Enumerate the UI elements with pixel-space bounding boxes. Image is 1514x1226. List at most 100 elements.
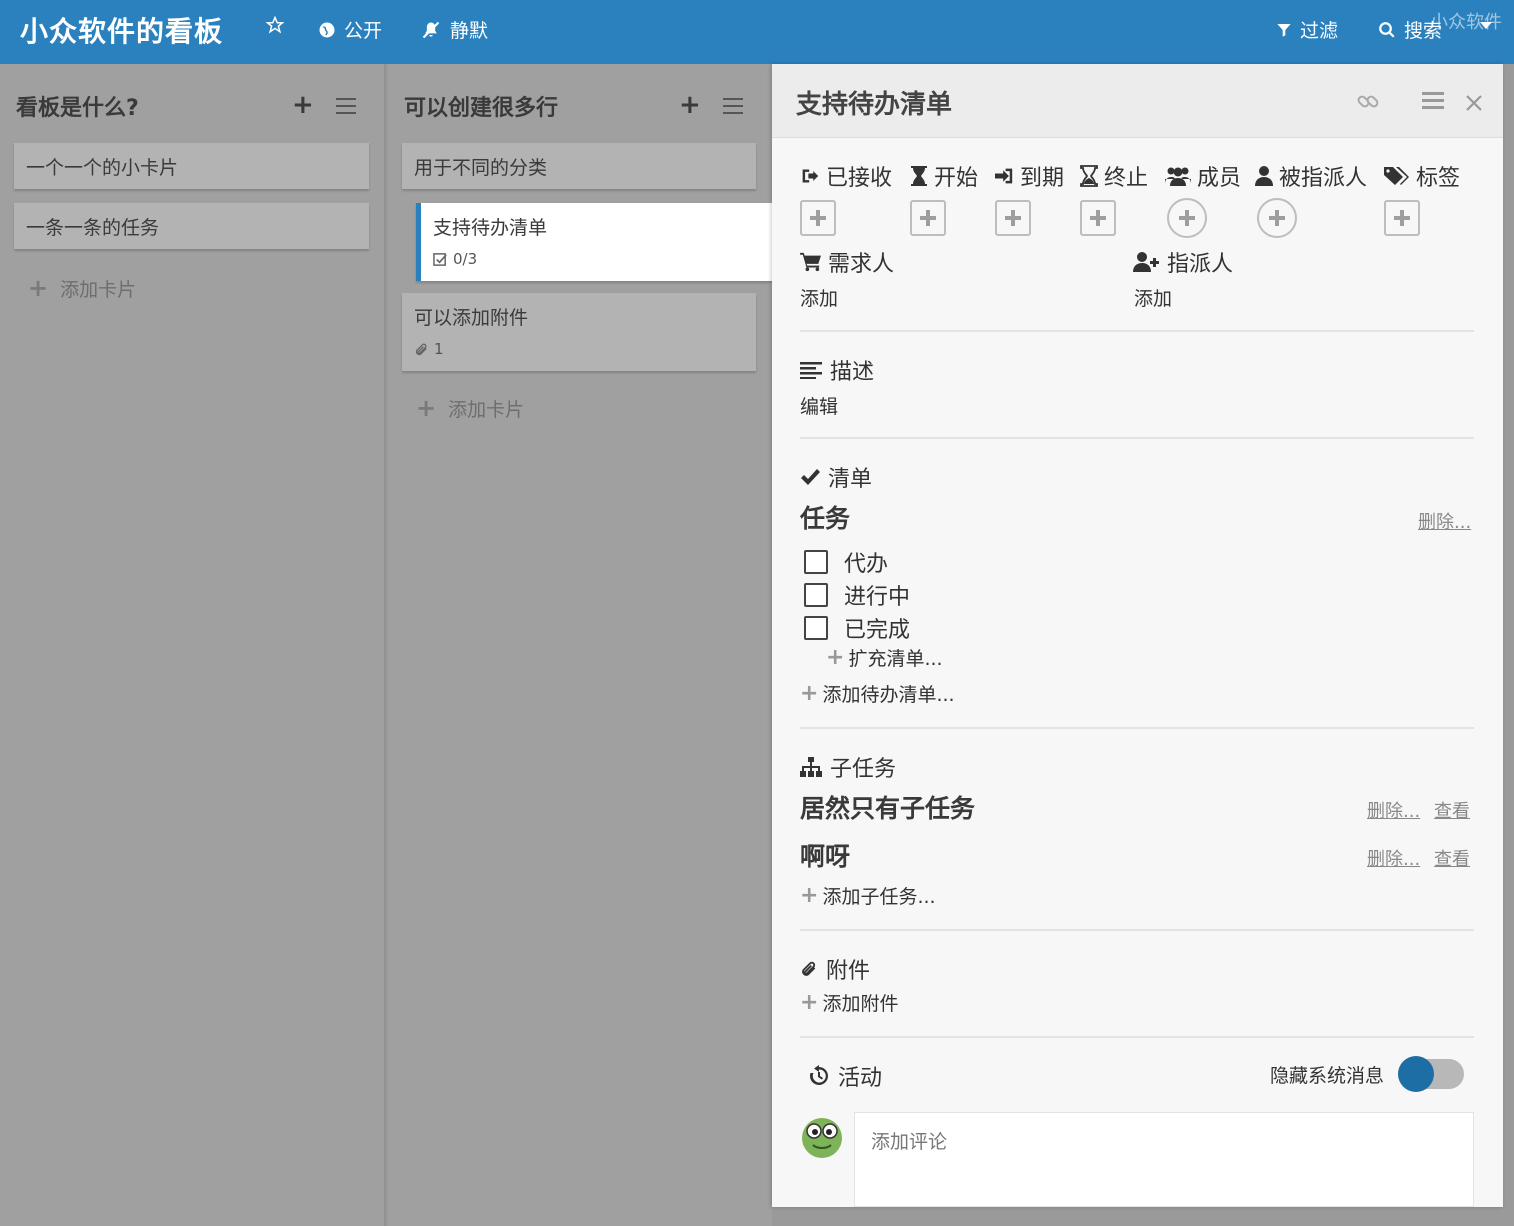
user-plus-icon [1133, 252, 1159, 272]
divider [800, 330, 1474, 332]
card-title: 一条一条的任务 [26, 217, 160, 239]
attr-due: 到期 [994, 160, 1064, 192]
add-card-label: 添加卡片 [448, 398, 525, 421]
add-card-top-button[interactable]: + [679, 92, 701, 118]
card-title: 可以添加附件 [414, 307, 529, 329]
plus-icon [1179, 210, 1195, 226]
list-card[interactable]: 可以添加附件 1 [402, 293, 756, 371]
add-card-button[interactable]: + 添加卡片 [416, 394, 524, 422]
add-assignee-button[interactable] [1257, 198, 1297, 238]
add-card-label: 添加卡片 [60, 278, 137, 301]
hide-system-messages-toggle[interactable] [1398, 1056, 1464, 1092]
paperclip-icon [802, 961, 816, 976]
add-end-button[interactable] [1080, 200, 1116, 236]
checklist-item-label: 进行中 [844, 585, 911, 610]
add-label-button[interactable] [1384, 200, 1420, 236]
list-column: 可以创建很多行 + 用于不同的分类 支持待办清单 0/3 可以添加附件 1 + … [388, 64, 772, 1226]
attachment-count: 1 [434, 340, 444, 358]
checklist-item[interactable]: 已完成 [804, 612, 910, 644]
list-column: 看板是什么? + 一个一个的小卡片 一条一条的任务 + 添加卡片 [0, 64, 386, 1226]
checklist-item[interactable]: 进行中 [804, 579, 910, 611]
list-card-active[interactable]: 支持待办清单 0/3 [416, 203, 772, 281]
description-edit-link[interactable]: 编辑 [800, 392, 838, 419]
card-title: 支持待办清单 [433, 217, 548, 239]
divider [800, 437, 1474, 439]
sign-in-arrow-icon [995, 168, 1013, 184]
subtask-view-link[interactable]: 查看 [1434, 845, 1470, 871]
public-label: 公开 [344, 20, 383, 42]
mute-button[interactable]: 静默 [420, 16, 488, 43]
link-icon[interactable] [1356, 90, 1380, 114]
add-subtask-button[interactable]: + 添加子任务... [800, 882, 936, 909]
add-start-button[interactable] [910, 200, 946, 236]
users-icon [1165, 167, 1191, 186]
checkbox[interactable] [804, 550, 828, 574]
hourglass-start-icon [911, 166, 927, 186]
checklist-item[interactable]: 代办 [804, 546, 888, 578]
board-title[interactable]: 小众软件的看板 [20, 10, 223, 50]
list-menu-icon[interactable] [723, 98, 743, 114]
description-section-title: 描述 [800, 354, 874, 386]
board-canvas: 看板是什么? + 一个一个的小卡片 一条一条的任务 + 添加卡片 可以创建很多行… [0, 64, 772, 1226]
list-title[interactable]: 看板是什么? [16, 90, 139, 122]
checklist-count: 0/3 [453, 250, 478, 268]
toggle-knob [1398, 1056, 1434, 1092]
checkbox[interactable] [804, 583, 828, 607]
hide-system-messages-label: 隐藏系统消息 [1270, 1065, 1385, 1087]
plus-icon: + [826, 645, 845, 670]
search-icon [1379, 21, 1395, 38]
checklist-delete-link[interactable]: 删除... [1418, 508, 1471, 534]
bell-slash-icon [422, 21, 440, 38]
add-member-button[interactable] [1167, 198, 1207, 238]
plus-icon [1005, 210, 1021, 226]
list-card[interactable]: 一个一个的小卡片 [14, 143, 369, 189]
check-icon [801, 469, 820, 485]
checklist-name[interactable]: 任务 [800, 499, 850, 535]
requester-add-link[interactable]: 添加 [800, 284, 838, 311]
subtasks-section-title: 子任务 [800, 751, 896, 783]
list-menu-icon[interactable] [336, 98, 356, 114]
subtask-delete-link[interactable]: 删除... [1367, 797, 1420, 823]
attr-requester: 需求人 [800, 246, 894, 278]
history-icon [809, 1065, 828, 1085]
attr-assignee: 被指派人 [1255, 160, 1367, 192]
subtask-delete-link[interactable]: 删除... [1367, 845, 1420, 871]
filter-button[interactable]: 过滤 [1276, 16, 1338, 43]
add-due-button[interactable] [995, 200, 1031, 236]
subtask-title[interactable]: 啊呀 [800, 837, 850, 873]
checklist-item-label: 代办 [844, 552, 889, 577]
subtask-view-link[interactable]: 查看 [1434, 797, 1470, 823]
list-card[interactable]: 用于不同的分类 [402, 143, 756, 189]
sign-in-icon [802, 169, 819, 183]
hamburger-menu-icon[interactable] [1422, 92, 1444, 110]
user-avatar[interactable] [800, 1114, 844, 1158]
plus-icon: + [800, 990, 819, 1015]
list-card[interactable]: 一条一条的任务 [14, 203, 369, 249]
checkbox-checked-icon [433, 252, 447, 266]
add-attachment-button[interactable]: + 添加附件 [800, 989, 898, 1016]
plus-icon: + [800, 681, 819, 706]
card-title: 一个一个的小卡片 [26, 157, 179, 179]
checkbox[interactable] [804, 616, 828, 640]
plus-icon [1090, 210, 1106, 226]
expand-checklist-button[interactable]: + 扩充清单... [826, 644, 943, 671]
comment-input[interactable]: 添加评论 [854, 1112, 1474, 1207]
plus-icon [810, 210, 826, 226]
plus-icon [1269, 210, 1285, 226]
close-icon[interactable] [1465, 94, 1483, 112]
assigner-add-link[interactable]: 添加 [1134, 284, 1172, 311]
visibility-public-button[interactable]: 公开 [318, 16, 382, 43]
align-left-icon [800, 362, 822, 379]
checklist-section-title: 清单 [800, 461, 872, 493]
add-checklist-button[interactable]: + 添加待办清单... [800, 680, 955, 707]
add-received-button[interactable] [800, 200, 836, 236]
add-card-top-button[interactable]: + [292, 92, 314, 118]
card-title: 用于不同的分类 [414, 157, 548, 179]
divider [800, 1036, 1474, 1038]
subtask-title[interactable]: 居然只有子任务 [800, 789, 975, 825]
list-title[interactable]: 可以创建很多行 [404, 90, 558, 122]
add-card-button[interactable]: + 添加卡片 [28, 274, 136, 302]
user-icon [1255, 166, 1273, 186]
card-detail-title[interactable]: 支持待办清单 [796, 84, 952, 121]
star-button[interactable] [266, 16, 284, 34]
